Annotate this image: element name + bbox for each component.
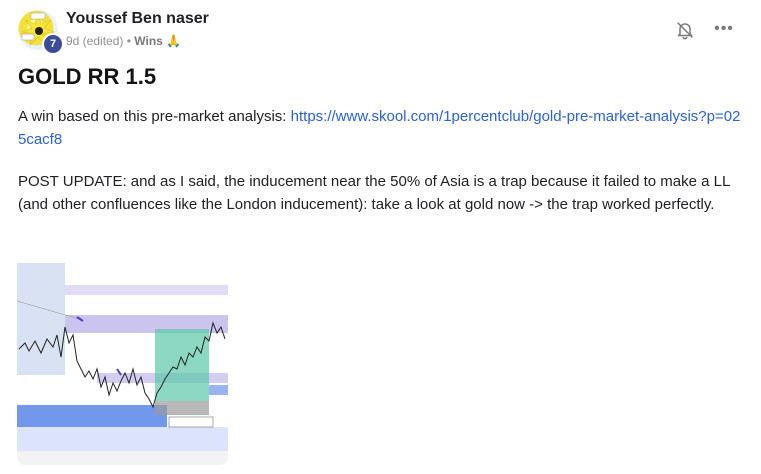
annotation-box (168, 416, 214, 428)
right-zone (209, 385, 228, 395)
level-badge: 7 (42, 33, 64, 55)
target-box (155, 329, 209, 401)
notification-button[interactable] (674, 19, 696, 41)
more-icon: ••• (714, 20, 734, 37)
top-zone (65, 285, 228, 295)
post-time: 9d (edited) (66, 34, 124, 48)
chart-image-thumbnail[interactable] (17, 257, 228, 465)
bell-off-icon (677, 22, 693, 40)
discount-zone (17, 405, 167, 427)
stop-box (155, 401, 209, 415)
time-axis (17, 451, 228, 465)
post-meta: 9d (edited) • Wins 🙏 (66, 34, 181, 48)
post-paragraph-1: A win based on this pre-market analysis:… (18, 105, 746, 151)
more-options-button[interactable]: ••• (713, 18, 735, 40)
asia-session-box (17, 263, 65, 375)
category-emoji: 🙏 (166, 34, 182, 48)
paragraph-1-text: A win based on this pre-market analysis: (18, 108, 291, 125)
meta-separator: • (126, 34, 131, 48)
post-paragraph-2: POST UPDATE: and as I said, the induceme… (18, 173, 730, 213)
lower-zone (17, 427, 228, 451)
author-name[interactable]: Youssef Ben naser (66, 10, 209, 28)
post-title: GOLD RR 1.5 (18, 64, 157, 89)
chart-screenshot (17, 257, 228, 465)
post-category[interactable]: Wins (134, 34, 163, 48)
